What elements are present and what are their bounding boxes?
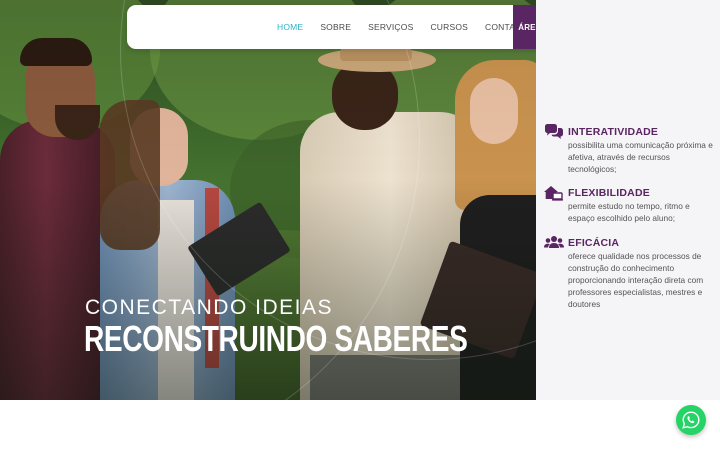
house-laptop-icon bbox=[544, 185, 564, 201]
nav-servicos[interactable]: SERVIÇOS bbox=[368, 22, 413, 32]
page: CONECTANDO IDEIAS RECONSTRUINDO SABERES … bbox=[0, 0, 720, 450]
feature-description: permite estudo no tempo, ritmo e espaço … bbox=[568, 201, 690, 223]
nav-menu: HOME SOBRE SERVIÇOS CURSOS CONTATO bbox=[277, 5, 544, 49]
chat-bubbles-icon bbox=[544, 124, 564, 140]
whatsapp-icon bbox=[682, 411, 700, 429]
feature-title: EFICÁCIA bbox=[568, 237, 620, 249]
users-group-icon bbox=[544, 235, 564, 251]
hero-subtitle: CONECTANDO IDEIAS bbox=[85, 296, 333, 319]
whatsapp-button[interactable] bbox=[676, 405, 706, 435]
nav-cursos[interactable]: CURSOS bbox=[430, 22, 468, 32]
hero-image: CONECTANDO IDEIAS RECONSTRUINDO SABERES bbox=[0, 0, 536, 400]
top-navbar: HOME SOBRE SERVIÇOS CURSOS CONTATO ÁREA … bbox=[127, 5, 593, 49]
nav-home[interactable]: HOME bbox=[277, 22, 303, 32]
feature-title: INTERATIVIDADE bbox=[568, 126, 659, 138]
feature-description: possibilita uma comunicação próxima e af… bbox=[568, 140, 713, 174]
hero-title: RECONSTRUINDO SABERES bbox=[84, 318, 468, 359]
feature-description: oferece qualidade nos processos de const… bbox=[568, 251, 704, 309]
features-panel: INTERATIVIDADE possibilita uma comunicaç… bbox=[536, 0, 720, 400]
nav-sobre[interactable]: SOBRE bbox=[320, 22, 351, 32]
feature-title: FLEXIBILIDADE bbox=[568, 187, 650, 199]
